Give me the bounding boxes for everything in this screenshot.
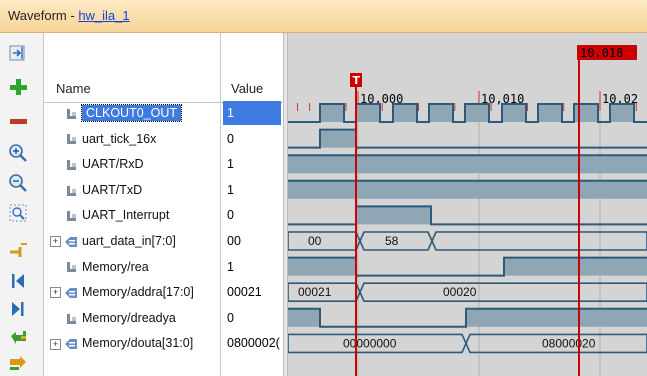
bus-segment [431,231,647,251]
signal-row-1[interactable]: uart_tick_16x [66,127,156,151]
signal-name: Memory/rea [82,259,149,274]
signal-row-9[interactable]: + Memory/douta[31:0] [50,331,193,355]
signal-name: CLKOUT0_OUT [81,104,182,122]
signal-value: 1 [227,259,234,274]
bus-signal-icon [64,234,82,248]
signal-high-fill [320,104,634,122]
window-title: Waveform - hw_ila_1 [8,8,130,23]
signal-row-0[interactable]: CLKOUT0_OUT [66,101,182,125]
value-column-label: Value [231,81,264,96]
next-transition-icon[interactable] [8,353,30,373]
signal-value: 0 [227,208,234,223]
signal-icon [66,208,82,222]
value-column-header[interactable]: Value [221,33,283,103]
bus-segment [288,231,361,251]
zoom-fit-icon[interactable] [8,43,30,63]
signal-trace [288,205,647,226]
signal-name: UART/RxD [82,157,144,172]
signal-high-fill [288,180,647,199]
signal-row-7[interactable]: + Memory/addra[17:0] [50,280,194,304]
signal-name: uart_tick_16x [82,131,157,146]
signal-row-6[interactable]: Memory/rea [66,255,149,279]
waveform-canvas[interactable]: 10,000 10,010 10,02 00 58 00021 00020 00000000… [288,33,647,376]
name-column-label: Name [56,81,91,96]
zoom-area-icon[interactable] [8,203,30,223]
bus-signal-icon [64,336,82,350]
goto-start-icon[interactable] [8,271,30,291]
signal-name: UART_Interrupt [82,208,170,223]
signal-name: Memory/dreadya [82,310,176,325]
trigger-marker-label: T [353,74,361,87]
signal-icon [66,311,82,325]
signal-high-fill [320,129,356,148]
bus-segment [359,282,647,302]
signal-value: 0 [227,131,234,146]
signal-names-panel: Name CLKOUT0_OUT uart_tick_16x UART/RxD UAR… [44,33,221,376]
bus-value-label: 00021 [298,285,332,299]
signal-high-fill [288,257,647,276]
signal-high-fill [288,155,647,174]
signal-name: Memory/addra[17:0] [82,285,194,300]
window-title-link[interactable]: hw_ila_1 [78,8,129,23]
signal-icon [66,183,82,197]
signal-row-4[interactable]: UART_Interrupt [66,203,169,227]
signal-values-panel: Value 1 0 1 1 0 00 1 00021 0 0800002( [221,33,283,376]
time-cursor-label: 10,018 [580,46,623,60]
expand-icon[interactable]: + [50,287,61,299]
signal-icon [66,157,82,171]
bus-value-label: 58 [385,234,399,248]
goto-end-icon[interactable] [8,299,30,319]
signal-high-fill [288,308,647,327]
signal-waveforms: 00 58 00021 00020 00000000 08000020 [288,103,647,354]
signal-value: 1 [227,182,234,197]
signal-value: 1 [223,101,281,125]
window-title-prefix: Waveform - [8,8,79,23]
expand-icon[interactable]: + [50,338,61,350]
signal-icon [66,260,82,274]
signal-name: uart_data_in[7:0] [82,234,176,248]
signal-row-8[interactable]: Memory/dreadya [66,306,176,330]
signal-row-5[interactable]: + uart_data_in[7:0] [50,229,176,253]
zoom-in-icon[interactable] [8,143,30,163]
bus-value-label: 00020 [443,285,477,299]
signal-value: 0 [227,310,234,325]
signal-row-3[interactable]: UART/TxD [66,178,142,202]
waveform-toolbar [0,33,44,376]
signal-value: 00 [227,234,241,248]
remove-icon[interactable] [8,111,30,131]
signal-value: 1 [227,157,234,172]
window-title-bar: Waveform - hw_ila_1 [0,0,647,33]
bus-value-label: 00000000 [343,336,397,350]
signal-name: UART/TxD [82,182,143,197]
bus-value-label: 08000020 [542,336,596,350]
prev-transition-icon[interactable] [8,327,30,347]
signal-icon [66,132,82,146]
goto-cursor-icon[interactable] [8,240,30,260]
signal-value: 0800002( [227,336,280,351]
name-column-header[interactable]: Name [44,33,220,103]
zoom-out-icon[interactable] [8,173,30,193]
add-icon[interactable] [8,77,30,97]
bus-signal-icon [64,285,82,299]
expand-icon[interactable]: + [50,236,61,248]
signal-high-fill [356,206,431,225]
signal-name: Memory/douta[31:0] [82,336,194,351]
signal-icon [66,106,82,120]
signal-value: 00021 [227,285,262,300]
signal-row-2[interactable]: UART/RxD [66,152,144,176]
bus-value-label: 00 [308,234,322,248]
